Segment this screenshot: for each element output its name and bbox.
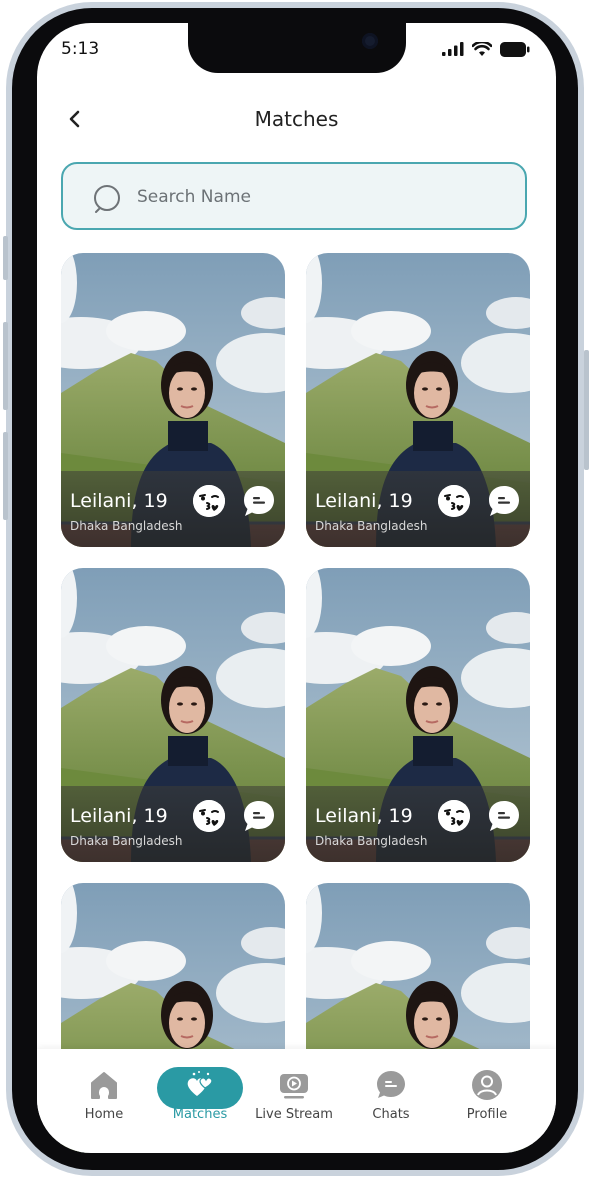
nav-item-live-stream[interactable]: Live Stream <box>249 1069 339 1122</box>
status-time: 5:13 <box>61 39 100 59</box>
chat-button[interactable] <box>243 485 275 517</box>
match-location: Dhaka Bangladesh <box>70 519 183 533</box>
side-button-volume-down <box>3 432 8 520</box>
bottom-nav: Home Matches Live Stream Chats Profile <box>37 1049 556 1153</box>
match-card[interactable]: Leilani, 19 Dhaka Bangladesh <box>306 568 530 862</box>
match-name-age: Leilani, 19 <box>315 805 413 827</box>
kiss-emoji-icon <box>437 799 471 833</box>
match-card[interactable]: Leilani, 19 Dhaka Bangladesh <box>61 568 285 862</box>
chat-bubble-icon <box>244 801 274 831</box>
chat-button[interactable] <box>488 800 520 832</box>
nav-item-profile[interactable]: Profile <box>442 1069 532 1122</box>
side-button-volume-up <box>3 322 8 410</box>
chat-bubble-icon <box>377 1071 405 1098</box>
search-bar[interactable] <box>61 162 527 230</box>
hearts-icon <box>187 1071 213 1096</box>
signal-icon <box>442 42 464 56</box>
kiss-button[interactable] <box>192 484 226 518</box>
match-name-age: Leilani, 19 <box>315 490 413 512</box>
home-icon <box>91 1072 117 1099</box>
kiss-emoji-icon <box>192 799 226 833</box>
nav-label-matches: Matches <box>172 1107 228 1122</box>
kiss-emoji-icon <box>437 484 471 518</box>
side-button-silent <box>3 236 8 280</box>
nav-label-profile: Profile <box>466 1107 508 1122</box>
kiss-button[interactable] <box>192 799 226 833</box>
kiss-button[interactable] <box>437 484 471 518</box>
nav-item-chats[interactable]: Chats <box>346 1069 436 1122</box>
search-input[interactable] <box>135 176 499 218</box>
kiss-emoji-icon <box>192 484 226 518</box>
match-card[interactable]: Leilani, 19 Dhaka Bangladesh <box>61 253 285 547</box>
nav-item-home[interactable]: Home <box>59 1069 149 1122</box>
battery-icon <box>500 41 530 57</box>
search-icon <box>94 185 120 213</box>
chat-button[interactable] <box>243 800 275 832</box>
match-card[interactable]: Leilani, 19 Dhaka Bangladesh <box>306 253 530 547</box>
status-icons <box>442 41 530 57</box>
nav-item-matches[interactable]: Matches <box>155 1067 245 1122</box>
kiss-button[interactable] <box>437 799 471 833</box>
nav-label-home: Home <box>84 1107 124 1122</box>
wifi-icon <box>472 41 492 56</box>
match-location: Dhaka Bangladesh <box>315 519 428 533</box>
chat-button[interactable] <box>488 485 520 517</box>
chat-bubble-icon <box>489 801 519 831</box>
nav-label-live-stream: Live Stream <box>255 1107 333 1122</box>
match-name-age: Leilani, 19 <box>70 490 168 512</box>
profile-icon <box>472 1070 502 1100</box>
nav-label-chats: Chats <box>372 1107 410 1122</box>
match-location: Dhaka Bangladesh <box>315 834 428 848</box>
chat-bubble-icon <box>244 486 274 516</box>
app-screen: 5:13 Matches Leil <box>37 23 556 1153</box>
match-location: Dhaka Bangladesh <box>70 834 183 848</box>
live-stream-icon <box>280 1074 308 1099</box>
match-name-age: Leilani, 19 <box>70 805 168 827</box>
chat-bubble-icon <box>489 486 519 516</box>
front-camera <box>362 33 378 49</box>
side-button-power <box>584 350 589 470</box>
page-title: Matches <box>254 107 339 131</box>
notch <box>188 23 406 73</box>
